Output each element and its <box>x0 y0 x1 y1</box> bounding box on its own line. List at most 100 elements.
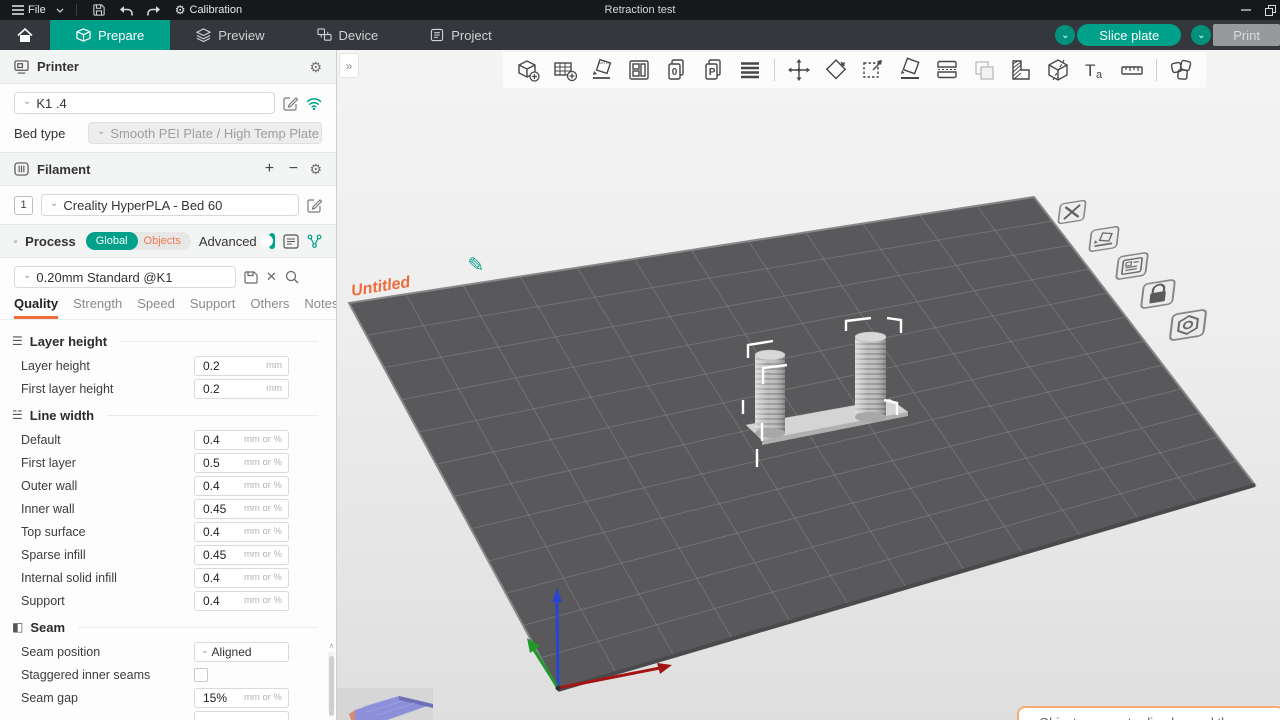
scope-objects-button[interactable]: Objects <box>130 232 191 250</box>
color-paint-icon[interactable] <box>1168 57 1194 83</box>
unit-label: mm or % <box>244 480 288 491</box>
svg-text:AUTO: AUTO <box>598 60 609 65</box>
viewport-3d[interactable]: Untitled ✎ <box>337 50 1280 720</box>
setting-input[interactable]: 0.4mm or % <box>194 430 289 450</box>
arrange-plate-icon[interactable] <box>1089 226 1119 252</box>
scroll-up-arrow[interactable]: ˄ <box>328 642 335 651</box>
setting-select[interactable]: ⌄Aligned <box>194 642 289 662</box>
slice-plate-button[interactable]: Slice plate <box>1077 24 1181 46</box>
process-tab-others[interactable]: Others <box>250 296 289 319</box>
scale-icon[interactable] <box>860 57 886 83</box>
setting-label: First layer height <box>21 382 194 396</box>
setting-input[interactable]: 0.45mm or % <box>194 545 289 565</box>
search-preset-button[interactable] <box>285 270 299 284</box>
setting-input[interactable]: 0.4mm or % <box>194 522 289 542</box>
plate-gear-icon[interactable] <box>1170 309 1207 340</box>
home-button[interactable] <box>0 20 50 50</box>
setting-row: Inner wall0.45mm or % <box>12 497 336 520</box>
restore-icon <box>1265 5 1276 16</box>
wifi-button[interactable] <box>306 97 322 110</box>
setting-input[interactable]: 0.4mm or % <box>194 568 289 588</box>
calibration-button[interactable]: ⚙ Calibration <box>171 0 246 20</box>
chevron-down-icon[interactable] <box>56 8 64 13</box>
setting-input[interactable]: 0.5mm or % <box>194 453 289 473</box>
save-preset-button[interactable] <box>244 271 258 284</box>
process-preset-select[interactable]: ⌄ 0.20mm Standard @K1 <box>14 266 236 288</box>
clear-preset-button[interactable]: ✕ <box>266 269 277 285</box>
printer-select[interactable]: ⌄ K1 .4 <box>14 92 275 114</box>
layout-settings-icon[interactable] <box>626 57 652 83</box>
scene-canvas[interactable]: Untitled ✎ <box>337 50 1280 720</box>
lock-plate-icon[interactable] <box>1141 279 1175 308</box>
scrollbar-thumb[interactable] <box>329 656 334 716</box>
unit-label: mm <box>266 383 288 394</box>
rotate-icon[interactable] <box>823 57 849 83</box>
text-icon[interactable]: Ta <box>1082 57 1108 83</box>
slice-options-dropdown[interactable]: ⌄ <box>1055 25 1075 45</box>
tab-device[interactable]: Device <box>291 20 405 50</box>
print-options-dropdown[interactable]: ⌄ <box>1191 25 1211 45</box>
delete-plate-icon[interactable] <box>1058 200 1086 224</box>
advanced-toggle[interactable] <box>269 233 275 249</box>
split-icon[interactable] <box>934 57 960 83</box>
tab-prepare[interactable]: Prepare <box>50 20 170 50</box>
edit-printer-button[interactable] <box>283 96 298 111</box>
tab-project-label: Project <box>451 28 491 43</box>
notification-text: Objects are protruding beyond the <box>1039 715 1236 720</box>
process-tab-strength[interactable]: Strength <box>73 296 122 319</box>
setting-input[interactable]: 0.45mm or % <box>194 499 289 519</box>
lay-on-face-icon[interactable] <box>897 57 923 83</box>
file-menu[interactable]: File <box>8 0 50 20</box>
move-icon[interactable] <box>786 57 812 83</box>
filament-select[interactable]: ⌄ Creality HyperPLA - Bed 60 <box>41 194 299 216</box>
setting-input[interactable]: 15%mm or % <box>194 688 289 708</box>
add-model-icon[interactable] <box>515 57 541 83</box>
file-menu-label: File <box>28 4 46 16</box>
auto-arrange-icon[interactable]: AUTO <box>589 57 615 83</box>
unit-label: mm or % <box>244 526 288 537</box>
orientation-document-icon[interactable]: 0 <box>663 57 689 83</box>
save-icon <box>93 4 105 16</box>
filament-gear-icon[interactable]: ⚙ <box>309 162 322 176</box>
setting-input[interactable]: 0.2mm <box>194 356 289 376</box>
add-plate-icon[interactable] <box>552 57 578 83</box>
minimize-button[interactable] <box>1241 5 1251 15</box>
plate-thumbnail[interactable] <box>337 688 433 720</box>
measure-icon[interactable] <box>1119 57 1145 83</box>
edit-icon <box>283 96 298 111</box>
remove-filament-button[interactable]: − <box>285 161 301 177</box>
object-list-icon[interactable] <box>737 57 763 83</box>
plate-settings-icon[interactable] <box>1116 252 1148 279</box>
redo-button[interactable] <box>143 0 165 20</box>
edit-filament-button[interactable] <box>307 198 322 213</box>
tab-project[interactable]: Project <box>404 20 517 50</box>
setting-input[interactable]: 0.4mm or % <box>194 476 289 496</box>
scope-global-button[interactable]: Global <box>86 232 138 250</box>
undo-button[interactable] <box>115 0 137 20</box>
parameter-list-button[interactable] <box>283 234 299 249</box>
fill-icon[interactable] <box>1008 57 1034 83</box>
printer-gear-icon[interactable]: ⚙ <box>309 60 322 74</box>
process-document-icon[interactable]: P <box>700 57 726 83</box>
setting-select[interactable]: ⌄ <box>194 711 289 720</box>
add-filament-button[interactable]: + <box>261 161 277 177</box>
process-tab-support[interactable]: Support <box>190 296 236 319</box>
tab-preview[interactable]: Preview <box>170 20 290 50</box>
restore-button[interactable] <box>1265 5 1276 16</box>
toolbar-divider <box>774 59 775 81</box>
setting-row: Internal solid infill0.4mm or % <box>12 566 336 589</box>
setting-input[interactable]: 0.4mm or % <box>194 591 289 611</box>
setting-checkbox[interactable] <box>194 668 208 682</box>
collapse-panel-button[interactable]: » <box>339 53 359 78</box>
process-tab-speed[interactable]: Speed <box>137 296 175 319</box>
bed-type-select[interactable]: ⌄ Smooth PEI Plate / High Temp Plate <box>88 122 322 144</box>
pencil-icon[interactable]: ✎ <box>467 254 484 276</box>
process-tab-notes[interactable]: Notes <box>304 296 337 319</box>
settings-scrollbar[interactable]: ˄ <box>328 652 335 710</box>
process-tab-quality[interactable]: Quality <box>14 296 58 319</box>
parameter-tree-button[interactable] <box>307 234 322 249</box>
cut-icon[interactable] <box>1045 57 1071 83</box>
save-button[interactable] <box>89 0 109 20</box>
setting-input[interactable]: 0.2mm <box>194 379 289 399</box>
print-button[interactable]: Print <box>1213 24 1280 46</box>
